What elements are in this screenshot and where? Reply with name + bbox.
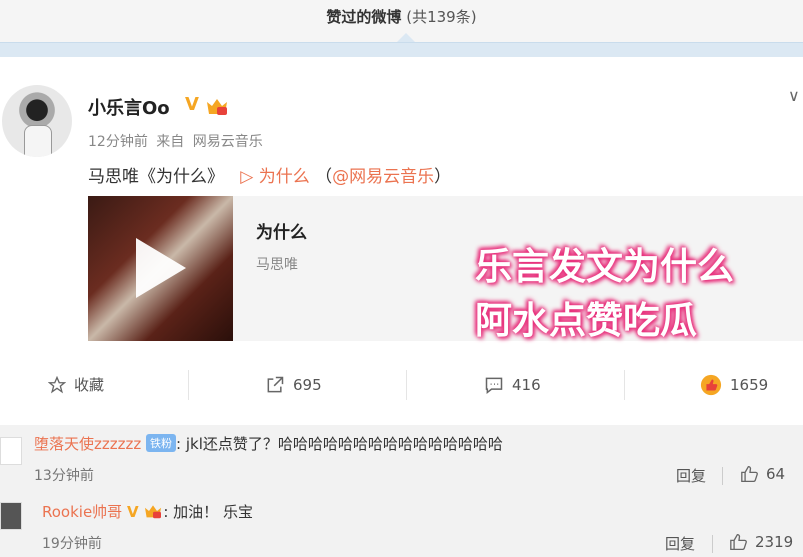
action-divider (624, 370, 625, 400)
fan-badge: 铁粉 (146, 434, 177, 452)
comment-divider (722, 467, 723, 485)
action-divider (188, 370, 189, 400)
post-meta: 12分钟前 来自 网易云音乐 (88, 131, 267, 151)
thumbs-up-icon (730, 533, 747, 551)
post-actions: 收藏 695 416 1659 (0, 364, 803, 406)
comment-count: 416 (512, 376, 541, 394)
star-icon (48, 376, 66, 394)
comment-text: : 加油！ 乐宝 (163, 503, 253, 521)
post-source[interactable]: 网易云音乐 (193, 134, 263, 150)
tab-indicator-notch (397, 33, 415, 42)
comment-body: 堕落天使zzzzzz 铁粉: jkl还点赞了？哈哈哈哈哈哈哈哈哈哈哈哈哈哈哈 (34, 433, 503, 454)
avatar[interactable] (2, 85, 72, 157)
comment-text: : jkl还点赞了？哈哈哈哈哈哈哈哈哈哈哈哈哈哈哈 (176, 435, 503, 453)
play-icon[interactable] (136, 238, 186, 298)
mention-close: ） (434, 167, 452, 187)
reply-button[interactable]: 回复 (665, 533, 695, 554)
verified-v-icon: V (185, 94, 199, 115)
comment-avatar[interactable] (0, 502, 22, 530)
comment-body: Rookie帅哥 V : 加油！ 乐宝 (42, 501, 253, 522)
music-card-title: 为什么 (256, 223, 307, 243)
overlay-caption-line2: 阿水点赞吃瓜 (475, 299, 697, 342)
action-divider (406, 370, 407, 400)
post-text: 马思唯《为什么》 ▷ 为什么 （@网易云音乐） (88, 162, 451, 187)
title-count: (共139条) (406, 8, 477, 26)
comment-button[interactable]: 416 (484, 364, 541, 406)
comment-author[interactable]: Rookie帅哥 (42, 503, 122, 521)
repost-button[interactable]: 695 (265, 364, 322, 406)
vip-crown-icon (145, 505, 162, 519)
vip-crown-icon (207, 99, 227, 115)
favorite-button[interactable]: 收藏 (48, 364, 104, 406)
post-username[interactable]: 小乐言Oo (88, 94, 170, 120)
album-cover[interactable] (88, 196, 233, 341)
verified-v-icon: V (126, 503, 139, 521)
comment-divider (712, 535, 713, 553)
mention-open: （ (315, 167, 333, 187)
header-divider (0, 42, 803, 57)
like-count: 1659 (730, 376, 769, 394)
page-title: 赞过的微博 (共139条) (0, 6, 803, 27)
comment-author[interactable]: 堕落天使zzzzzz (34, 435, 141, 453)
comment-time: 19分钟前 (42, 536, 102, 552)
comment-avatar[interactable] (0, 437, 22, 465)
repost-count: 695 (293, 376, 322, 394)
comment-like-button[interactable]: 2319 (729, 533, 793, 551)
comment-time: 13分钟前 (34, 468, 94, 484)
favorite-label: 收藏 (74, 376, 105, 394)
comment-icon (485, 377, 503, 395)
music-card-artist: 马思唯 (256, 257, 298, 273)
thumbs-up-icon (700, 374, 722, 396)
comment-like-count: 64 (766, 465, 786, 483)
post-time[interactable]: 12分钟前 (88, 134, 148, 150)
song-link[interactable]: ▷ 为什么 (240, 167, 309, 187)
post-text-prefix: 马思唯《为什么》 (88, 167, 224, 187)
chevron-down-icon[interactable]: ∨ (788, 86, 800, 105)
reply-button[interactable]: 回复 (676, 465, 706, 486)
thumbs-up-icon (741, 465, 758, 483)
overlay-caption-line1: 乐言发文为什么 (475, 245, 734, 288)
comment-like-count: 2319 (755, 533, 794, 551)
title-text: 赞过的微博 (326, 8, 402, 26)
like-button[interactable]: 1659 (700, 364, 768, 406)
share-icon (267, 376, 284, 393)
post-source-prefix: 来自 (156, 134, 185, 150)
comment-like-button[interactable]: 64 (740, 465, 785, 483)
mention-link[interactable]: @网易云音乐 (332, 167, 434, 187)
